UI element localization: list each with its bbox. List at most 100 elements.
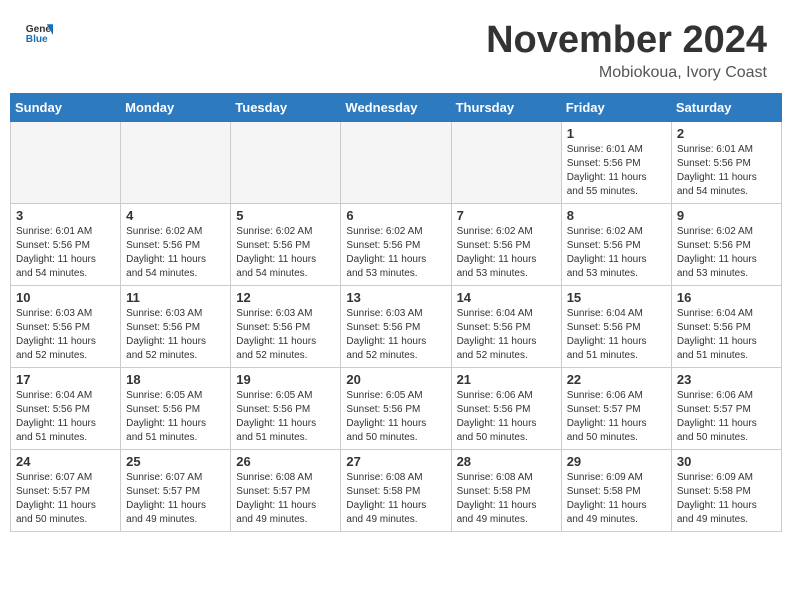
month-title: November 2024	[486, 20, 767, 62]
day-info: Sunrise: 6:06 AM Sunset: 5:57 PM Dayligh…	[567, 389, 666, 445]
day-info: Sunrise: 6:07 AM Sunset: 5:57 PM Dayligh…	[16, 471, 115, 527]
day-number: 7	[457, 208, 556, 223]
day-info: Sunrise: 6:03 AM Sunset: 5:56 PM Dayligh…	[126, 307, 225, 363]
day-number: 8	[567, 208, 666, 223]
calendar-cell: 4 Sunrise: 6:02 AM Sunset: 5:56 PM Daylig…	[121, 203, 231, 285]
day-info: Sunrise: 6:05 AM Sunset: 5:56 PM Dayligh…	[126, 389, 225, 445]
day-info: Sunrise: 6:06 AM Sunset: 5:57 PM Dayligh…	[677, 389, 776, 445]
day-number: 1	[567, 126, 666, 141]
calendar-cell: 15 Sunrise: 6:04 AM Sunset: 5:56 PM Dayli…	[561, 285, 671, 367]
logo-icon: General Blue	[25, 18, 53, 46]
day-info: Sunrise: 6:03 AM Sunset: 5:56 PM Dayligh…	[236, 307, 335, 363]
calendar-cell: 14 Sunrise: 6:04 AM Sunset: 5:56 PM Dayli…	[451, 285, 561, 367]
calendar-cell: 5 Sunrise: 6:02 AM Sunset: 5:56 PM Daylig…	[231, 203, 341, 285]
week-row-5: 24Sunrise: 6:07 AM Sunset: 5:57 PM Dayli…	[11, 449, 782, 531]
day-number: 19	[236, 372, 335, 387]
calendar-cell	[451, 121, 561, 203]
day-info: Sunrise: 6:02 AM Sunset: 5:56 PM Dayligh…	[677, 225, 776, 281]
day-number: 11	[126, 290, 225, 305]
day-info: Sunrise: 6:04 AM Sunset: 5:56 PM Dayligh…	[457, 307, 556, 363]
day-info: Sunrise: 6:07 AM Sunset: 5:57 PM Dayligh…	[126, 471, 225, 527]
calendar-cell: 27 Sunrise: 6:08 AM Sunset: 5:58 PM Dayli…	[341, 449, 451, 531]
day-info: Sunrise: 6:02 AM Sunset: 5:56 PM Dayligh…	[126, 225, 225, 281]
day-info: Sunrise: 6:05 AM Sunset: 5:56 PM Dayligh…	[346, 389, 445, 445]
day-number: 16	[677, 290, 776, 305]
day-info: Sunrise: 6:09 AM Sunset: 5:58 PM Dayligh…	[567, 471, 666, 527]
day-number: 23	[677, 372, 776, 387]
day-number: 22	[567, 372, 666, 387]
calendar-cell: 18 Sunrise: 6:05 AM Sunset: 5:56 PM Dayli…	[121, 367, 231, 449]
day-info: Sunrise: 6:02 AM Sunset: 5:56 PM Dayligh…	[346, 225, 445, 281]
day-info: Sunrise: 6:09 AM Sunset: 5:58 PM Dayligh…	[677, 471, 776, 527]
day-number: 30	[677, 454, 776, 469]
title-block: November 2024 Mobiokoua, Ivory Coast	[486, 20, 767, 82]
calendar-cell: 23 Sunrise: 6:06 AM Sunset: 5:57 PM Dayli…	[671, 367, 781, 449]
day-number: 10	[16, 290, 115, 305]
day-number: 15	[567, 290, 666, 305]
calendar-cell: 10Sunrise: 6:03 AM Sunset: 5:56 PM Dayli…	[11, 285, 121, 367]
day-number: 13	[346, 290, 445, 305]
calendar-cell: 17 Sunrise: 6:04 AM Sunset: 5:56 PM Dayli…	[11, 367, 121, 449]
weekday-header-sunday: Sunday	[11, 93, 121, 121]
calendar-cell: 2 Sunrise: 6:01 AM Sunset: 5:56 PM Daylig…	[671, 121, 781, 203]
day-number: 27	[346, 454, 445, 469]
day-number: 9	[677, 208, 776, 223]
week-row-3: 10 Sunrise: 6:03 AM Sunset: 5:56 PM Dayli…	[11, 285, 782, 367]
calendar-cell: 3Sunrise: 6:01 AM Sunset: 5:56 PM Daylig…	[11, 203, 121, 285]
day-number: 2	[677, 126, 776, 141]
calendar-cell: 25 Sunrise: 6:07 AM Sunset: 5:57 PM Dayli…	[121, 449, 231, 531]
logo: General Blue	[25, 20, 53, 46]
day-number: 3	[16, 208, 115, 223]
day-number: 28	[457, 454, 556, 469]
day-number: 18	[126, 372, 225, 387]
svg-text:Blue: Blue	[26, 34, 48, 45]
calendar-cell: 16Sunrise: 6:04 AM Sunset: 5:56 PM Dayli…	[671, 285, 781, 367]
calendar-cell: 1Sunrise: 6:01 AM Sunset: 5:56 PM Daylig…	[561, 121, 671, 203]
week-row-1: 1 Sunrise: 6:01 AM Sunset: 5:56 PM Daylig…	[11, 121, 782, 203]
day-info: Sunrise: 6:04 AM Sunset: 5:56 PM Dayligh…	[16, 389, 115, 445]
calendar-cell: 22 Sunrise: 6:06 AM Sunset: 5:57 PM Dayli…	[561, 367, 671, 449]
calendar-cell: 19 Sunrise: 6:05 AM Sunset: 5:56 PM Dayli…	[231, 367, 341, 449]
day-number: 4	[126, 208, 225, 223]
day-info: Sunrise: 6:08 AM Sunset: 5:58 PM Dayligh…	[457, 471, 556, 527]
weekday-header-monday: Monday	[121, 93, 231, 121]
day-number: 14	[457, 290, 556, 305]
calendar-cell: 9 Sunrise: 6:02 AM Sunset: 5:56 PM Daylig…	[671, 203, 781, 285]
weekday-header-tuesday: Tuesday	[231, 93, 341, 121]
calendar-cell	[341, 121, 451, 203]
day-info: Sunrise: 6:02 AM Sunset: 5:56 PM Dayligh…	[236, 225, 335, 281]
calendar-cell: 13Sunrise: 6:03 AM Sunset: 5:56 PM Dayli…	[341, 285, 451, 367]
day-number: 17	[16, 372, 115, 387]
day-number: 25	[126, 454, 225, 469]
calendar-cell: 30 Sunrise: 6:09 AM Sunset: 5:58 PM Dayli…	[671, 449, 781, 531]
calendar-cell: 24Sunrise: 6:07 AM Sunset: 5:57 PM Dayli…	[11, 449, 121, 531]
calendar-cell: 7Sunrise: 6:02 AM Sunset: 5:56 PM Daylig…	[451, 203, 561, 285]
day-info: Sunrise: 6:06 AM Sunset: 5:56 PM Dayligh…	[457, 389, 556, 445]
week-row-2: 3Sunrise: 6:01 AM Sunset: 5:56 PM Daylig…	[11, 203, 782, 285]
calendar-cell	[121, 121, 231, 203]
calendar-cell	[231, 121, 341, 203]
calendar-cell: 26 Sunrise: 6:08 AM Sunset: 5:57 PM Dayli…	[231, 449, 341, 531]
calendar-cell: 8 Sunrise: 6:02 AM Sunset: 5:56 PM Daylig…	[561, 203, 671, 285]
calendar-cell: 6 Sunrise: 6:02 AM Sunset: 5:56 PM Daylig…	[341, 203, 451, 285]
calendar-cell	[11, 121, 121, 203]
calendar-cell: 12Sunrise: 6:03 AM Sunset: 5:56 PM Dayli…	[231, 285, 341, 367]
week-row-4: 17 Sunrise: 6:04 AM Sunset: 5:56 PM Dayli…	[11, 367, 782, 449]
weekday-header-row: SundayMondayTuesdayWednesdayThursdayFrid…	[11, 93, 782, 121]
day-info: Sunrise: 6:05 AM Sunset: 5:56 PM Dayligh…	[236, 389, 335, 445]
day-info: Sunrise: 6:04 AM Sunset: 5:56 PM Dayligh…	[567, 307, 666, 363]
day-number: 26	[236, 454, 335, 469]
day-info: Sunrise: 6:02 AM Sunset: 5:56 PM Dayligh…	[567, 225, 666, 281]
day-number: 6	[346, 208, 445, 223]
day-info: Sunrise: 6:08 AM Sunset: 5:58 PM Dayligh…	[346, 471, 445, 527]
calendar-cell: 21 Sunrise: 6:06 AM Sunset: 5:56 PM Dayli…	[451, 367, 561, 449]
day-info: Sunrise: 6:01 AM Sunset: 5:56 PM Dayligh…	[677, 143, 776, 199]
calendar-cell: 28 Sunrise: 6:08 AM Sunset: 5:58 PM Dayli…	[451, 449, 561, 531]
calendar-cell: 20 Sunrise: 6:05 AM Sunset: 5:56 PM Dayli…	[341, 367, 451, 449]
page-header: General Blue November 2024 Mobiokoua, Iv…	[10, 10, 782, 87]
day-number: 21	[457, 372, 556, 387]
day-number: 20	[346, 372, 445, 387]
calendar-table: SundayMondayTuesdayWednesdayThursdayFrid…	[10, 93, 782, 532]
day-info: Sunrise: 6:08 AM Sunset: 5:57 PM Dayligh…	[236, 471, 335, 527]
day-number: 5	[236, 208, 335, 223]
